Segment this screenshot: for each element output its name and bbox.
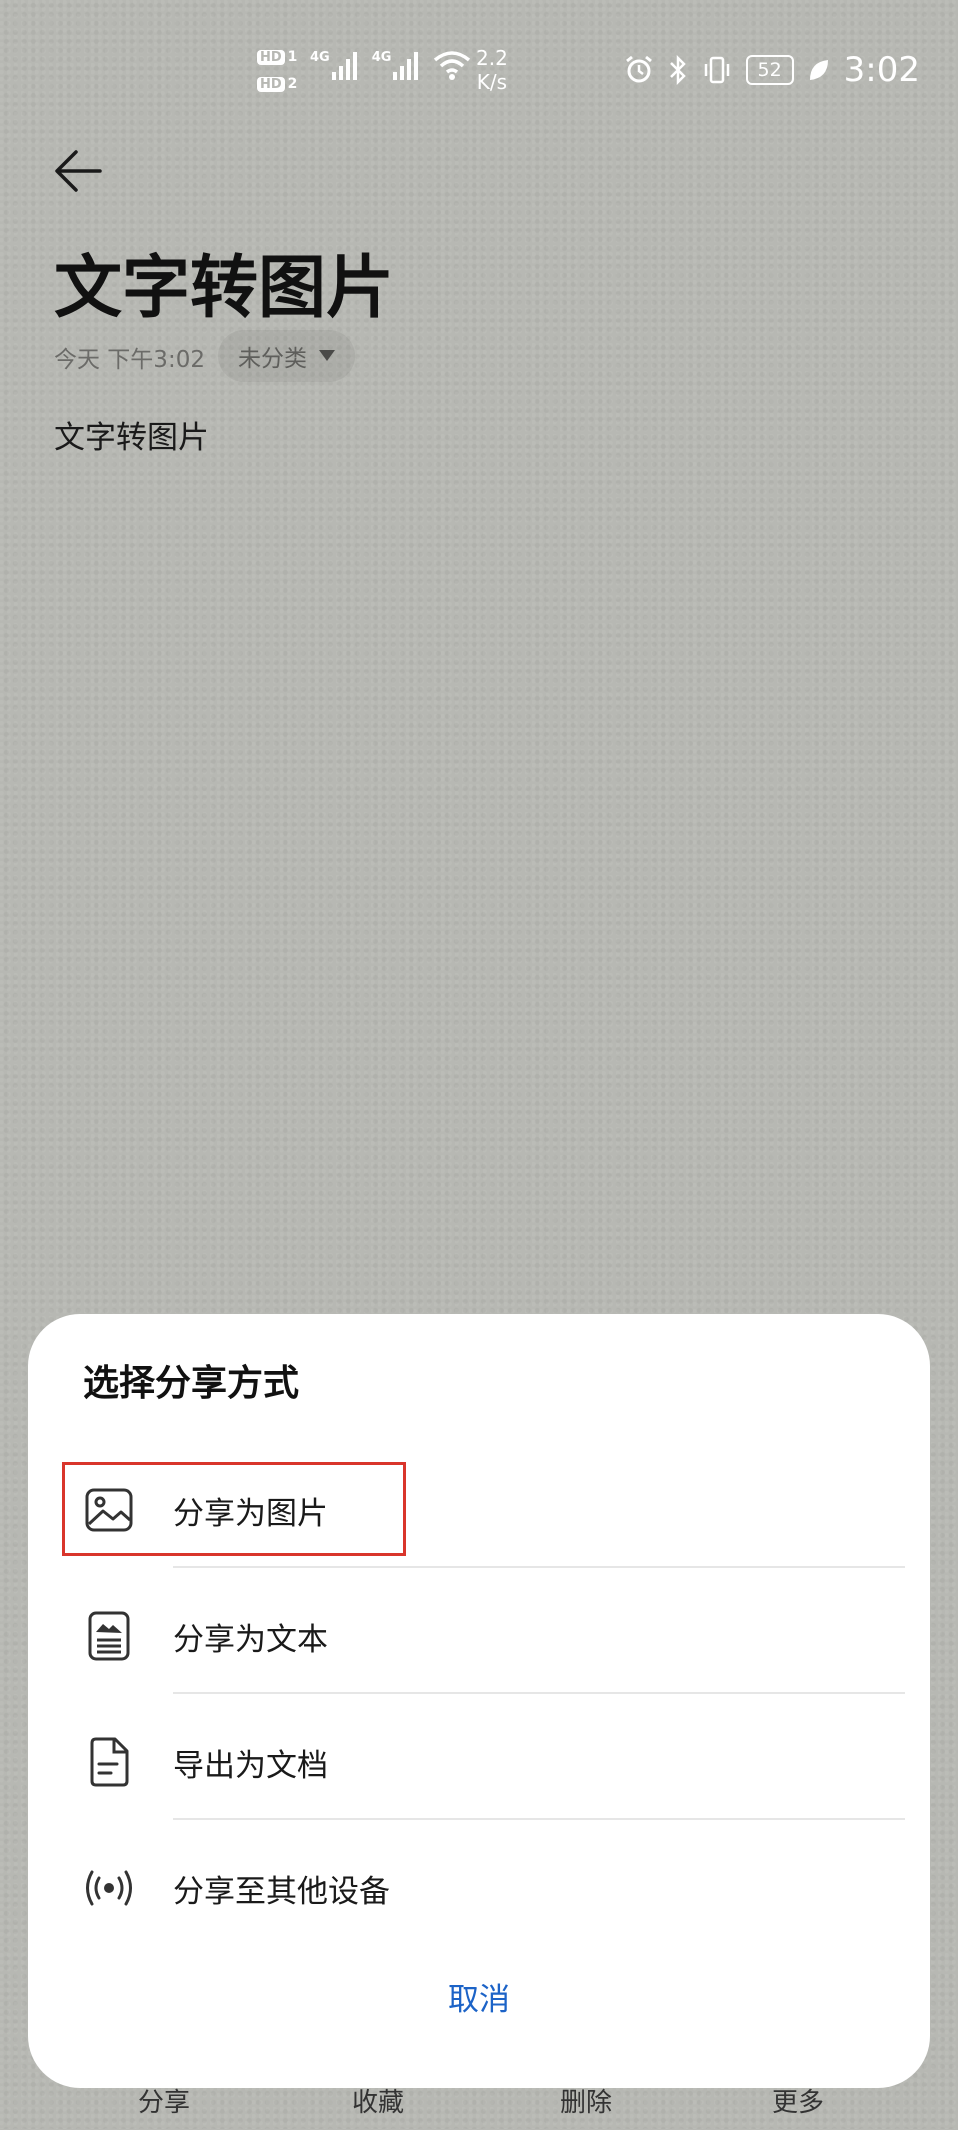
- option-label: 分享为图片: [173, 1496, 328, 1532]
- option-share-device[interactable]: 分享至其他设备: [28, 1822, 930, 1948]
- speed-unit: K/s: [476, 70, 508, 94]
- network-speed: 2.2 K/s: [476, 46, 508, 94]
- wifi-icon: [434, 51, 471, 80]
- option-label: 导出为文档: [173, 1748, 328, 1784]
- share-sheet: 选择分享方式 分享为图片 分享为文本 导出为文档 分享至其他设备 取消: [28, 1314, 930, 2088]
- image-icon: [85, 1488, 133, 1532]
- signal-bars-icon: [331, 52, 357, 80]
- clock: 3:02: [843, 50, 920, 90]
- option-export-document[interactable]: 导出为文档: [28, 1696, 930, 1822]
- hd-badge: HD: [257, 77, 285, 92]
- category-dropdown[interactable]: 未分类: [218, 330, 355, 382]
- sim2-label: 2: [287, 76, 298, 92]
- option-label: 分享至其他设备: [173, 1874, 390, 1910]
- network-type-1: 4G: [310, 50, 330, 65]
- document-icon: [90, 1737, 129, 1787]
- signal-bars-icon: [393, 52, 419, 80]
- back-arrow-icon: [55, 150, 102, 192]
- signal-group: 4G 4G: [310, 50, 471, 80]
- sim1-label: 1: [287, 49, 298, 65]
- bluetooth-icon: [669, 55, 686, 85]
- divider: [173, 1566, 905, 1568]
- broadcast-icon: [86, 1870, 132, 1906]
- caret-down-icon: [319, 350, 335, 361]
- text-doc-icon: [88, 1611, 130, 1661]
- speed-value: 2.2: [476, 46, 508, 70]
- sim-indicators: HD 1 HD 2: [257, 44, 297, 98]
- divider: [173, 1692, 905, 1694]
- category-label: 未分类: [238, 346, 307, 372]
- note-title[interactable]: 文字转图片: [54, 232, 394, 331]
- divider: [173, 1818, 905, 1820]
- cancel-button[interactable]: 取消: [28, 1974, 930, 2019]
- signal-1: 4G: [310, 50, 358, 80]
- option-share-text[interactable]: 分享为文本: [28, 1570, 930, 1696]
- option-share-image[interactable]: 分享为图片: [28, 1444, 930, 1570]
- battery-indicator: 52: [745, 55, 794, 85]
- status-right: 52 3:02: [624, 50, 920, 90]
- sheet-title: 选择分享方式: [83, 1363, 300, 1404]
- vibrate-icon: [704, 56, 729, 84]
- note-body[interactable]: 文字转图片: [54, 412, 209, 457]
- option-label: 分享为文本: [173, 1622, 328, 1658]
- hd-badge: HD: [257, 50, 285, 65]
- network-type-2: 4G: [371, 50, 392, 65]
- status-bar: HD 1 HD 2 4G 4G 2.2 K/s 52 3:02: [0, 0, 958, 140]
- leaf-icon: [809, 60, 828, 80]
- alarm-icon: [625, 55, 652, 83]
- signal-2: 4G: [372, 50, 420, 80]
- note-date: 今天 下午3:02: [54, 347, 205, 373]
- back-button[interactable]: [52, 148, 112, 198]
